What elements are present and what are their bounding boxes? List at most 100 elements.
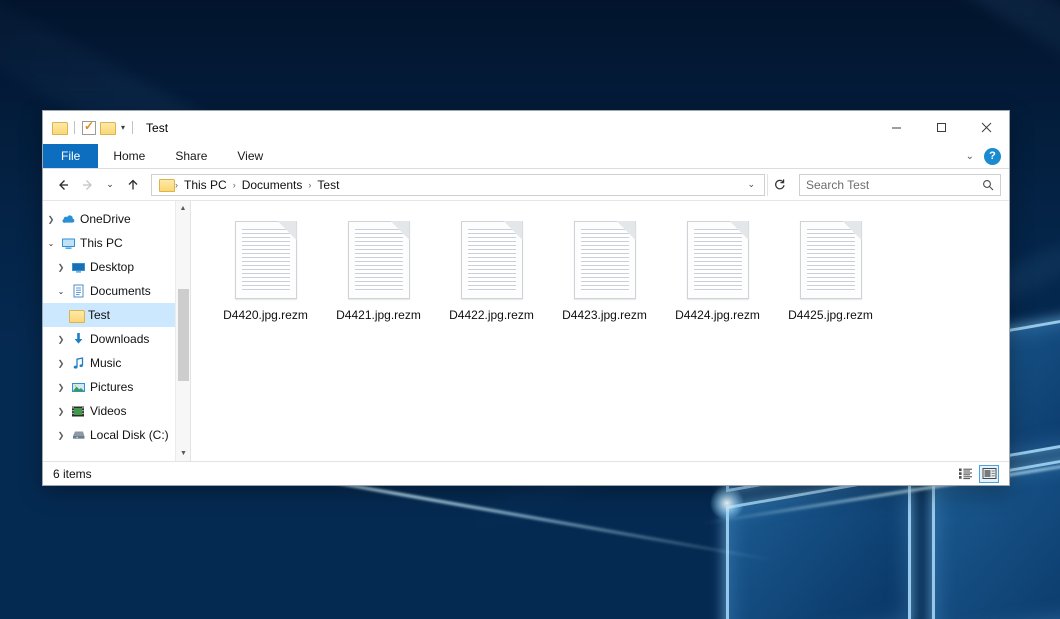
logo-hotspot <box>710 486 744 520</box>
properties-icon[interactable] <box>82 121 96 135</box>
sidebar-item-videos[interactable]: ❯ Videos <box>43 399 190 423</box>
window-controls <box>874 111 1009 144</box>
sidebar-item-music[interactable]: ❯ Music <box>43 351 190 375</box>
sidebar-item-pictures[interactable]: ❯ Pictures <box>43 375 190 399</box>
sidebar-item-label: Downloads <box>87 332 149 346</box>
new-folder-icon[interactable] <box>100 121 115 134</box>
onedrive-icon <box>59 213 77 225</box>
ribbon-right-controls: ⌄ ? <box>966 144 1009 168</box>
generic-document-icon <box>235 221 297 299</box>
scrollbar-thumb[interactable] <box>178 289 189 381</box>
file-name: D4423.jpg.rezm <box>562 308 647 322</box>
generic-document-icon <box>574 221 636 299</box>
forward-button[interactable] <box>76 173 99 196</box>
file-grid: D4420.jpg.rezm D4421.jpg.rezm <box>209 217 1009 337</box>
sidebar-item-this-pc[interactable]: ⌄ This PC <box>43 231 190 255</box>
downloads-icon <box>69 332 87 346</box>
file-item[interactable]: D4422.jpg.rezm <box>435 217 548 337</box>
chevron-down-icon[interactable]: ⌄ <box>966 151 974 162</box>
generic-document-icon <box>687 221 749 299</box>
documents-icon <box>69 284 87 298</box>
tab-file[interactable]: File <box>43 144 98 168</box>
chevron-right-icon[interactable]: ❯ <box>53 359 69 368</box>
address-bar[interactable]: › This PC › Documents › Test ⌄ <box>151 174 765 196</box>
scroll-up-arrow-icon[interactable]: ▲ <box>176 201 190 216</box>
customize-caret-icon[interactable]: ▾ <box>121 124 125 132</box>
chevron-down-icon[interactable]: ⌄ <box>53 287 69 296</box>
sidebar-item-label: This PC <box>77 236 123 250</box>
file-name: D4425.jpg.rezm <box>788 308 873 322</box>
status-bar: 6 items <box>43 461 1009 485</box>
maximize-button[interactable] <box>919 111 964 144</box>
computer-icon <box>59 237 77 250</box>
sidebar-item-documents[interactable]: ⌄ Documents <box>43 279 190 303</box>
details-view-button[interactable] <box>955 465 975 483</box>
sidebar-item-label: Pictures <box>87 380 133 394</box>
sidebar-item-label: OneDrive <box>77 212 131 226</box>
breadcrumb-item-test[interactable]: Test <box>312 178 344 192</box>
file-item[interactable]: D4421.jpg.rezm <box>322 217 435 337</box>
desktop-background: ▾ Test File Home Share View <box>0 0 1060 619</box>
sidebar-item-label: Local Disk (C:) <box>87 428 169 442</box>
file-list-view[interactable]: D4420.jpg.rezm D4421.jpg.rezm <box>191 201 1009 461</box>
chevron-down-icon[interactable]: ⌄ <box>43 239 59 248</box>
quick-access-toolbar: ▾ <box>43 121 136 135</box>
folder-icon <box>67 309 85 322</box>
ribbon-tab-bar: File Home Share View ⌄ ? <box>43 144 1009 169</box>
file-name: D4422.jpg.rezm <box>449 308 534 322</box>
sidebar-item-onedrive[interactable]: ❯ OneDrive <box>43 207 190 231</box>
pictures-icon <box>69 381 87 394</box>
refresh-button[interactable] <box>767 174 791 196</box>
file-item[interactable]: D4423.jpg.rezm <box>548 217 661 337</box>
explorer-body: ❯ OneDrive ⌄ This PC ❯ <box>43 200 1009 461</box>
music-icon <box>69 356 87 370</box>
address-dropdown-icon[interactable]: ⌄ <box>740 179 762 190</box>
sidebar-item-downloads[interactable]: ❯ Downloads <box>43 327 190 351</box>
sidebar-item-desktop[interactable]: ❯ Desktop <box>43 255 190 279</box>
tab-home[interactable]: Home <box>98 144 160 168</box>
chevron-right-icon[interactable]: ❯ <box>43 215 59 224</box>
recent-locations-button[interactable]: ⌄ <box>101 173 119 196</box>
scroll-down-arrow-icon[interactable]: ▼ <box>176 446 191 461</box>
search-icon[interactable] <box>982 179 994 191</box>
folder-icon[interactable] <box>52 121 67 134</box>
chevron-right-icon[interactable]: ❯ <box>53 335 69 344</box>
large-icons-view-button[interactable] <box>979 465 999 483</box>
sidebar-item-label: Desktop <box>87 260 134 274</box>
breadcrumb-item-this-pc[interactable]: This PC <box>179 178 232 192</box>
close-button[interactable] <box>964 111 1009 144</box>
chevron-right-icon[interactable]: ❯ <box>53 383 69 392</box>
item-count-label: 6 items <box>53 467 92 481</box>
toolbar-separator <box>74 121 75 134</box>
window-title: Test <box>146 121 168 135</box>
file-item[interactable]: D4424.jpg.rezm <box>661 217 774 337</box>
back-button[interactable] <box>51 173 74 196</box>
tab-view[interactable]: View <box>222 144 278 168</box>
minimize-button[interactable] <box>874 111 919 144</box>
file-name: D4421.jpg.rezm <box>336 308 421 322</box>
chevron-right-icon[interactable]: ❯ <box>53 431 69 440</box>
sidebar-item-label: Documents <box>87 284 151 298</box>
help-icon[interactable]: ? <box>984 148 1001 165</box>
desktop-icon <box>69 261 87 274</box>
toolbar-separator <box>132 121 133 134</box>
sidebar-item-label: Videos <box>87 404 126 418</box>
breadcrumb-item-documents[interactable]: Documents <box>237 178 308 192</box>
file-item[interactable]: D4425.jpg.rezm <box>774 217 887 337</box>
chevron-right-icon[interactable]: ❯ <box>53 407 69 416</box>
generic-document-icon <box>461 221 523 299</box>
chevron-right-icon[interactable]: ❯ <box>53 263 69 272</box>
file-explorer-window: ▾ Test File Home Share View <box>42 110 1010 486</box>
file-item[interactable]: D4420.jpg.rezm <box>209 217 322 337</box>
search-box[interactable]: Search Test <box>799 174 1001 196</box>
sidebar-item-local-disk-c[interactable]: ❯ Local Disk (C:) <box>43 423 190 447</box>
up-button[interactable] <box>121 173 144 196</box>
navigation-pane: ❯ OneDrive ⌄ This PC ❯ <box>43 201 191 461</box>
file-name: D4420.jpg.rezm <box>223 308 308 322</box>
navigation-scrollbar[interactable]: ▲ ▼ <box>175 201 190 461</box>
sidebar-item-test[interactable]: Test <box>43 303 190 327</box>
folder-icon <box>159 178 174 191</box>
file-name: D4424.jpg.rezm <box>675 308 760 322</box>
tab-share[interactable]: Share <box>160 144 222 168</box>
search-input[interactable]: Search Test <box>806 178 982 192</box>
